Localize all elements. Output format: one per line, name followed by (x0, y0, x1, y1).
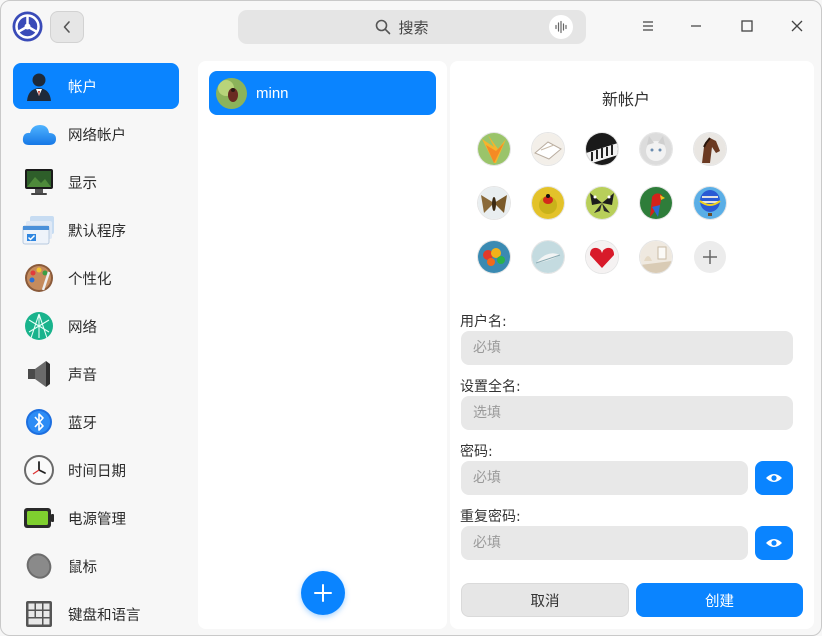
sidebar-item-default-apps[interactable]: 默认程序 (13, 207, 179, 253)
avatar-option-horse[interactable] (694, 133, 726, 165)
eye-icon (766, 539, 782, 547)
sidebar-item-label: 显示 (68, 175, 97, 192)
minimize-icon (691, 25, 701, 27)
show-repeat-password-button[interactable] (755, 526, 793, 560)
plus-icon (314, 584, 332, 602)
close-icon (791, 20, 803, 32)
form-title: 新帐户 (601, 90, 650, 109)
sidebar-item-bluetooth[interactable]: 蓝牙 (13, 399, 179, 445)
repeat-password-label: 重复密码: (460, 509, 521, 525)
sidebar: 帐户 网络帐户 显示 默认程序 个性化 网络 声音 蓝牙 时间日期 电源管理 鼠… (1, 53, 191, 635)
monitor-icon (21, 164, 57, 200)
show-password-button[interactable] (755, 461, 793, 495)
sidebar-item-label: 帐户 (68, 79, 97, 96)
sidebar-item-datetime[interactable]: 时间日期 (13, 447, 179, 493)
avatar-option-room[interactable] (640, 241, 672, 273)
sidebar-item-accounts[interactable]: 帐户 (13, 63, 179, 109)
sidebar-item-label: 网络帐户 (68, 127, 126, 144)
search-placeholder: 搜索 (398, 18, 429, 37)
sidebar-item-power[interactable]: 电源管理 (13, 495, 179, 541)
keyboard-icon (21, 596, 57, 632)
sidebar-item-display[interactable]: 显示 (13, 159, 179, 205)
menu-button[interactable] (633, 11, 663, 41)
avatar-option-piano[interactable] (586, 133, 618, 165)
voice-wave-icon (555, 20, 567, 34)
cancel-button[interactable]: 取消 (461, 583, 629, 617)
close-button[interactable] (782, 11, 812, 41)
sidebar-item-label: 电源管理 (68, 511, 126, 528)
fullname-label: 设置全名: (460, 379, 521, 395)
speaker-icon (21, 356, 57, 392)
password-field[interactable] (461, 461, 748, 495)
avatar-option-balloon[interactable] (694, 187, 726, 219)
back-button[interactable] (50, 11, 84, 43)
avatar-option-feather[interactable] (532, 241, 564, 273)
avatar-option-flower[interactable] (478, 133, 510, 165)
bluetooth-icon (21, 404, 57, 440)
sidebar-item-cloud-accounts[interactable]: 网络帐户 (13, 111, 179, 157)
app-logo-icon (12, 11, 43, 42)
sidebar-item-personalization[interactable]: 个性化 (13, 255, 179, 301)
password-label: 密码: (460, 444, 493, 460)
mouse-icon (21, 548, 57, 584)
avatar (216, 77, 247, 109)
maximize-button[interactable] (732, 11, 762, 41)
username-label: 用户名: (460, 314, 507, 330)
sidebar-item-network[interactable]: 网络 (13, 303, 179, 349)
account-list-panel: minn (198, 61, 447, 629)
eye-icon (766, 474, 782, 482)
avatar-option-butterfly[interactable] (586, 187, 618, 219)
avatar-option-parrot[interactable] (640, 187, 672, 219)
minimize-button[interactable] (681, 11, 711, 41)
avatar-option-balloons[interactable] (478, 241, 510, 273)
avatar-option-paper[interactable] (532, 133, 564, 165)
avatar-option-heart[interactable] (586, 241, 618, 273)
clock-icon (21, 452, 57, 488)
create-button[interactable]: 创建 (636, 583, 803, 617)
avatar-option-kitten[interactable] (640, 133, 672, 165)
user-account-icon (21, 68, 57, 104)
sidebar-item-label: 键盘和语言 (68, 607, 141, 624)
title-bar: 搜索 (1, 1, 821, 53)
sidebar-item-mouse[interactable]: 鼠标 (13, 543, 179, 589)
account-item-minn[interactable]: minn (209, 71, 436, 115)
voice-input-button[interactable] (549, 15, 573, 39)
network-icon (21, 308, 57, 344)
search-input[interactable]: 搜索 (238, 10, 586, 44)
maximize-icon (741, 20, 753, 32)
chevron-left-icon (63, 21, 70, 33)
account-name: minn (256, 84, 289, 102)
sidebar-item-keyboard[interactable]: 键盘和语言 (13, 591, 179, 635)
avatar-option-ladybug[interactable] (532, 187, 564, 219)
plus-icon (703, 250, 717, 264)
battery-icon (21, 500, 57, 536)
sidebar-item-sound[interactable]: 声音 (13, 351, 179, 397)
new-account-panel: 新帐户 用户名: 必填 设置全名: 选填 密码: 重复密码: 取消 创建 (450, 61, 814, 629)
sidebar-item-label: 时间日期 (68, 463, 126, 480)
fullname-field[interactable] (461, 396, 793, 430)
control-center-window: 搜索 帐户 网络帐户 显示 默认程序 个性化 网络 声音 蓝牙 时间日期 电源管… (0, 0, 822, 636)
add-avatar-button[interactable] (694, 241, 726, 273)
palette-icon (21, 260, 57, 296)
sidebar-item-label: 个性化 (68, 271, 112, 288)
sidebar-item-label: 网络 (68, 319, 97, 336)
sidebar-item-label: 默认程序 (68, 223, 126, 240)
sidebar-item-label: 鼠标 (68, 559, 97, 576)
sidebar-item-label: 声音 (68, 367, 97, 384)
sidebar-item-label: 蓝牙 (68, 415, 97, 432)
cloud-icon (21, 116, 57, 152)
username-field[interactable] (461, 331, 793, 365)
avatar-option-moth[interactable] (478, 187, 510, 219)
hamburger-icon (643, 21, 653, 31)
repeat-password-field[interactable] (461, 526, 748, 560)
default-apps-icon (21, 212, 57, 248)
add-account-button[interactable] (301, 571, 345, 615)
search-icon (376, 19, 391, 35)
